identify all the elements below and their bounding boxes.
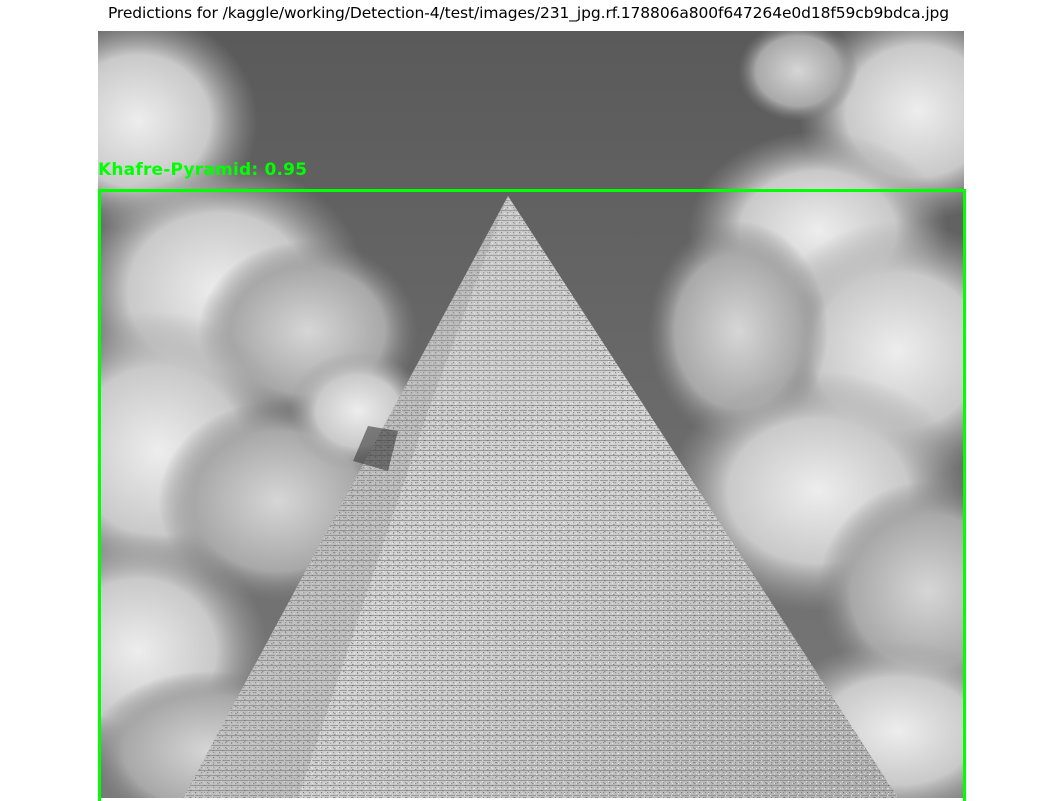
- pyramid-photo: [98, 31, 964, 798]
- figure-title: Predictions for /kaggle/working/Detectio…: [107, 4, 950, 22]
- detection-label: Khafre-Pyramid: 0.95: [98, 160, 308, 180]
